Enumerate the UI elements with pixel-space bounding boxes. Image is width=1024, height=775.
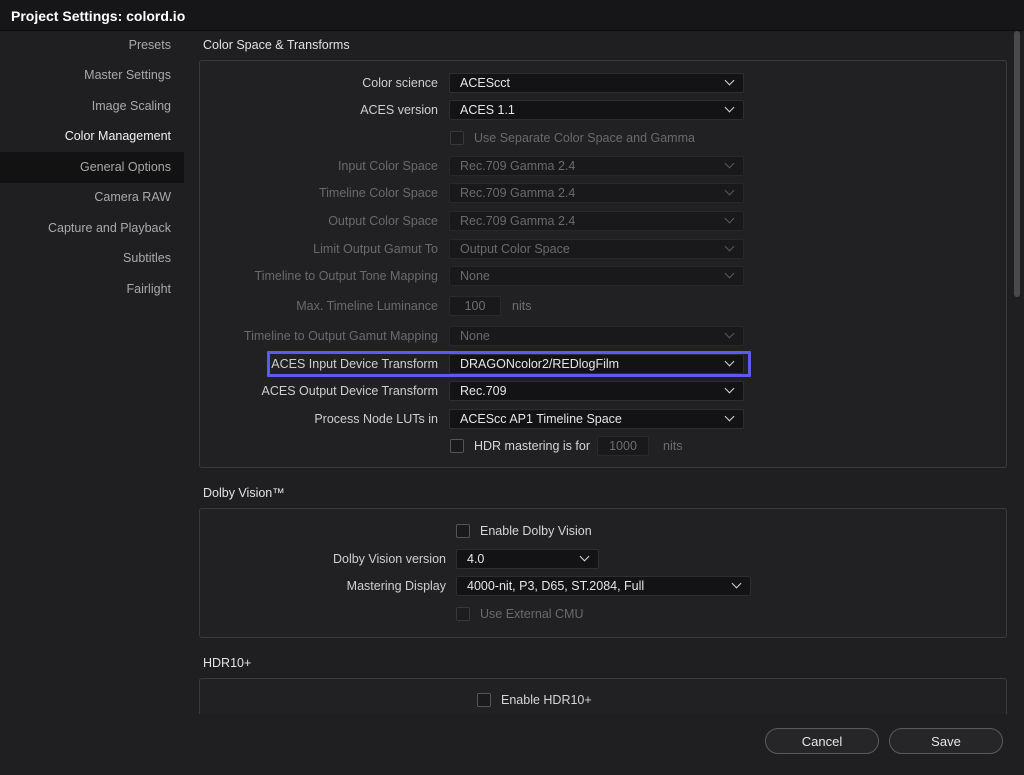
- sidebar-item-subtitles[interactable]: Subtitles: [123, 251, 171, 265]
- sidebar-item-fairlight[interactable]: Fairlight: [127, 282, 171, 296]
- sidebar-item-master-settings[interactable]: Master Settings: [84, 68, 171, 82]
- sidebar-item-camera-raw[interactable]: Camera RAW: [94, 190, 171, 204]
- color-science-label: Color science: [362, 76, 438, 90]
- mastering-display-dropdown[interactable]: 4000-nit, P3, D65, ST.2084, Full: [456, 576, 751, 596]
- separate-cs-checkbox[interactable]: [450, 131, 464, 145]
- aces-version-label: ACES version: [360, 103, 438, 117]
- sidebar-item-general-options[interactable]: General Options: [80, 160, 171, 174]
- save-button[interactable]: Save: [889, 728, 1003, 754]
- chevron-down-icon: [724, 102, 735, 113]
- chevron-down-icon: [724, 185, 735, 196]
- color-space-section-title: Color Space & Transforms: [203, 38, 350, 52]
- footer: Cancel Save: [0, 714, 1024, 775]
- limit-gamut-value: Output Color Space: [460, 242, 570, 256]
- sidebar-item-capture-playback[interactable]: Capture and Playback: [48, 221, 171, 235]
- gamut-mapping-dropdown[interactable]: None: [449, 326, 744, 346]
- timeline-cs-dropdown[interactable]: Rec.709 Gamma 2.4: [449, 183, 744, 203]
- chevron-down-icon: [724, 383, 735, 394]
- limit-gamut-dropdown[interactable]: Output Color Space: [449, 239, 744, 259]
- dolby-panel: [199, 508, 1007, 638]
- sidebar: Presets Master Settings Image Scaling Co…: [0, 31, 184, 721]
- sidebar-item-image-scaling[interactable]: Image Scaling: [92, 99, 171, 113]
- sidebar-item-presets[interactable]: Presets: [129, 38, 171, 52]
- process-luts-dropdown[interactable]: ACEScc AP1 Timeline Space: [449, 409, 744, 429]
- max-luminance-input[interactable]: 100: [449, 296, 501, 316]
- chevron-down-icon: [724, 241, 735, 252]
- input-cs-value: Rec.709 Gamma 2.4: [460, 159, 576, 173]
- color-science-dropdown[interactable]: ACEScct: [449, 73, 744, 93]
- hdr-mastering-input[interactable]: 1000: [597, 436, 649, 456]
- aces-version-dropdown[interactable]: ACES 1.1: [449, 100, 744, 120]
- separate-cs-label: Use Separate Color Space and Gamma: [474, 131, 695, 145]
- aces-version-value: ACES 1.1: [460, 103, 515, 117]
- external-cmu-checkbox[interactable]: [456, 607, 470, 621]
- dolby-section-title: Dolby Vision™: [203, 486, 285, 500]
- title-bar: Project Settings: colord.io: [0, 0, 1024, 31]
- scrollbar[interactable]: [1013, 31, 1021, 714]
- timeline-cs-value: Rec.709 Gamma 2.4: [460, 186, 576, 200]
- external-cmu-label: Use External CMU: [480, 607, 584, 621]
- dolby-version-dropdown[interactable]: 4.0: [456, 549, 599, 569]
- mastering-display-label: Mastering Display: [346, 579, 446, 593]
- chevron-down-icon: [724, 75, 735, 86]
- odt-label: ACES Output Device Transform: [261, 384, 438, 398]
- hdr-mastering-unit: nits: [663, 439, 683, 453]
- enable-hdr10-checkbox[interactable]: [477, 693, 491, 707]
- odt-dropdown[interactable]: Rec.709: [449, 381, 744, 401]
- tone-mapping-value: None: [460, 269, 490, 283]
- process-luts-value: ACEScc AP1 Timeline Space: [460, 412, 622, 426]
- enable-hdr10-label: Enable HDR10+: [501, 693, 592, 707]
- input-cs-label: Input Color Space: [337, 159, 438, 173]
- tone-mapping-dropdown[interactable]: None: [449, 266, 744, 286]
- hdr-mastering-checkbox[interactable]: [450, 439, 464, 453]
- odt-value: Rec.709: [460, 384, 507, 398]
- chevron-down-icon: [724, 328, 735, 339]
- limit-gamut-label: Limit Output Gamut To: [313, 242, 438, 256]
- hdr-mastering-label: HDR mastering is for: [474, 439, 590, 453]
- chevron-down-icon: [724, 268, 735, 279]
- output-cs-value: Rec.709 Gamma 2.4: [460, 214, 576, 228]
- timeline-cs-label: Timeline Color Space: [318, 186, 438, 200]
- enable-dolby-checkbox[interactable]: [456, 524, 470, 538]
- color-science-value: ACEScct: [460, 76, 511, 90]
- chevron-down-icon: [724, 158, 735, 169]
- window-title: Project Settings: colord.io: [11, 8, 186, 24]
- chevron-down-icon: [724, 411, 735, 422]
- sidebar-item-color-management[interactable]: Color Management: [65, 129, 171, 143]
- chevron-down-icon: [579, 551, 590, 562]
- gamut-mapping-label: Timeline to Output Gamut Mapping: [243, 329, 438, 343]
- enable-dolby-label: Enable Dolby Vision: [480, 524, 592, 538]
- max-luminance-unit: nits: [512, 299, 532, 313]
- input-cs-dropdown[interactable]: Rec.709 Gamma 2.4: [449, 156, 744, 176]
- max-luminance-label: Max. Timeline Luminance: [296, 299, 438, 313]
- scrollbar-thumb[interactable]: [1014, 31, 1020, 297]
- output-cs-dropdown[interactable]: Rec.709 Gamma 2.4: [449, 211, 744, 231]
- chevron-down-icon: [724, 213, 735, 224]
- chevron-down-icon: [731, 578, 742, 589]
- output-cs-label: Output Color Space: [328, 214, 438, 228]
- cancel-button[interactable]: Cancel: [765, 728, 879, 754]
- dolby-version-label: Dolby Vision version: [332, 552, 446, 566]
- gamut-mapping-value: None: [460, 329, 490, 343]
- hdr10-section-title: HDR10+: [203, 656, 252, 670]
- dolby-version-value: 4.0: [467, 552, 485, 566]
- process-luts-label: Process Node LUTs in: [314, 412, 438, 426]
- idt-highlight-box: [267, 351, 751, 377]
- tone-mapping-label: Timeline to Output Tone Mapping: [254, 269, 438, 283]
- mastering-display-value: 4000-nit, P3, D65, ST.2084, Full: [467, 579, 645, 593]
- color-space-panel: [199, 60, 1007, 468]
